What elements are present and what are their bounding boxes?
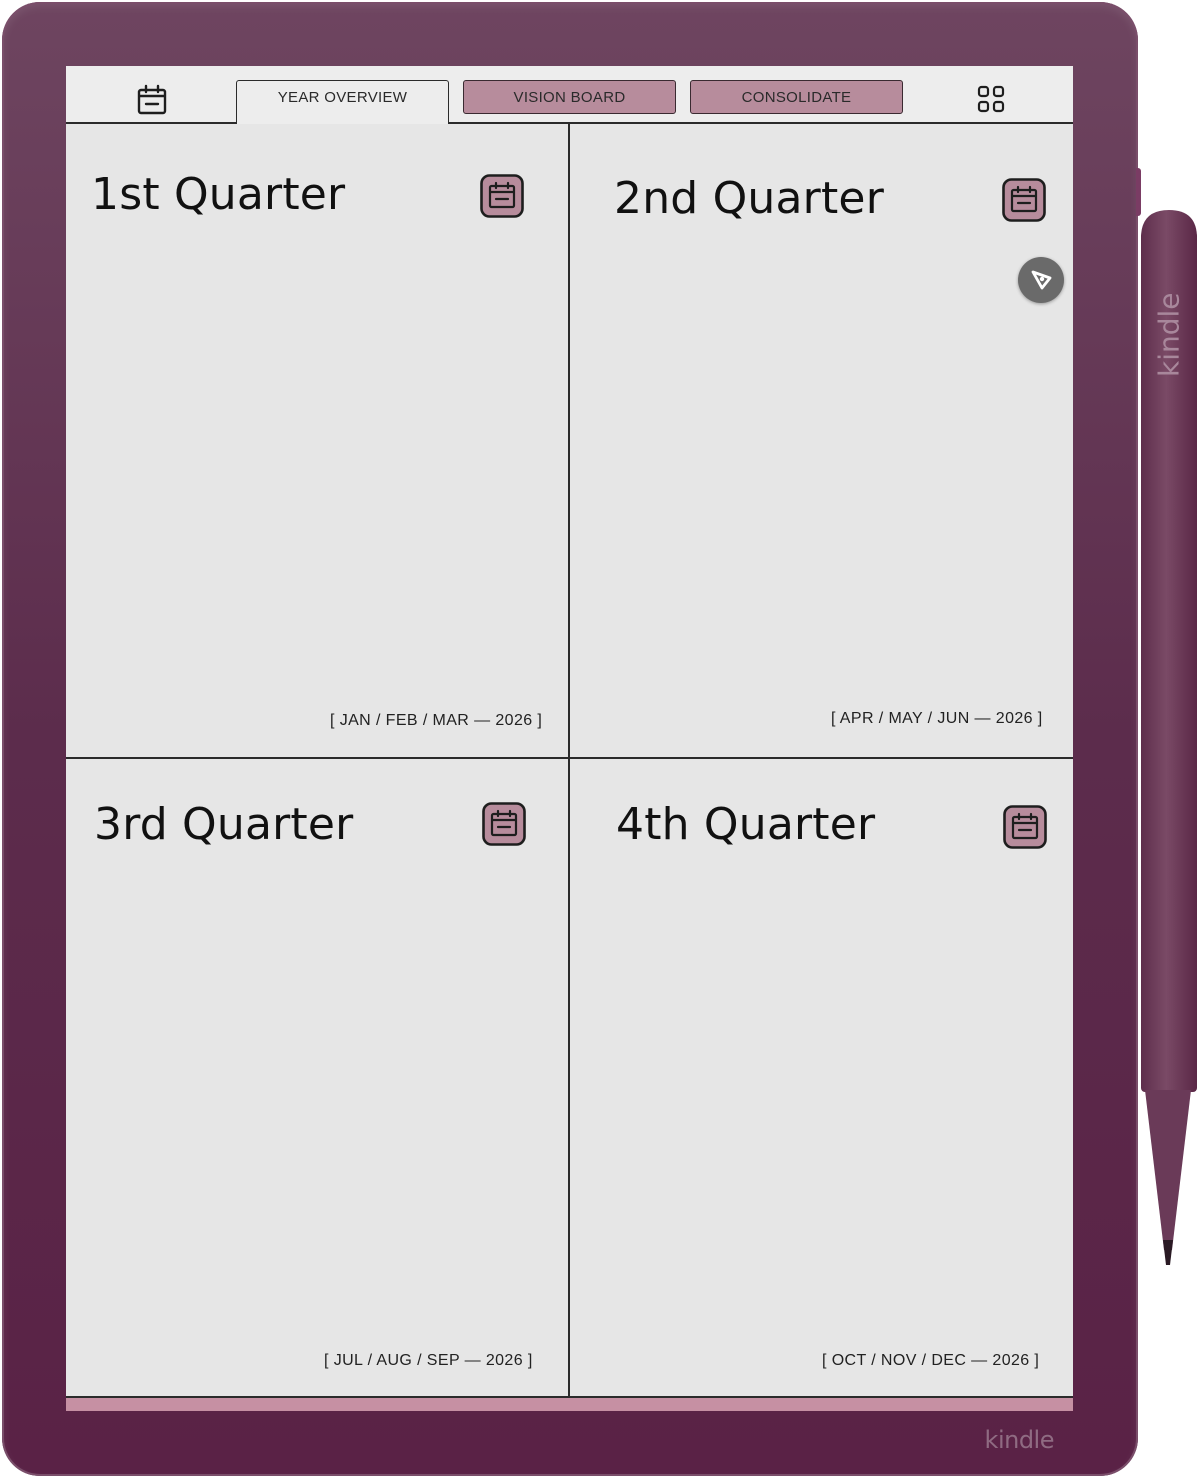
pen-tool-icon: [1031, 270, 1052, 290]
calendar-icon[interactable]: [1003, 805, 1047, 849]
quarter-3-panel[interactable]: 3rd Quarter [ JUL / AUG / SEP — 2026 ]: [66, 759, 568, 1393]
quarter-grid: 1st Quarter [ JAN / FEB / MAR — 2026 ] 2…: [66, 124, 1073, 1396]
quarter-2-months: [ APR / MAY / JUN — 2026 ]: [831, 710, 1043, 727]
vertical-divider: [568, 124, 570, 1396]
quarter-3-months: [ JUL / AUG / SEP — 2026 ]: [324, 1352, 533, 1369]
stylus-brand-label: kindle: [1152, 292, 1186, 378]
tab-bar: YEAR OVERVIEW VISION BOARD CONSOLIDATE: [66, 66, 1073, 124]
tab-consolidate[interactable]: CONSOLIDATE: [690, 80, 903, 114]
quarter-1-months: [ JAN / FEB / MAR — 2026 ]: [330, 712, 543, 729]
quarter-3-title: 3rd Quarter: [94, 799, 354, 850]
quarter-4-months: [ OCT / NOV / DEC — 2026 ]: [822, 1352, 1040, 1369]
power-button[interactable]: [1136, 168, 1141, 216]
quarter-4-title: 4th Quarter: [616, 799, 876, 850]
calendar-icon[interactable]: [482, 802, 526, 846]
quarter-2-title: 2nd Quarter: [614, 173, 884, 224]
horizontal-divider: [66, 757, 1073, 759]
calendar-icon[interactable]: [136, 84, 168, 116]
calendar-icon[interactable]: [1002, 178, 1046, 222]
tab-vision-board[interactable]: VISION BOARD: [463, 80, 676, 114]
tab-year-overview[interactable]: YEAR OVERVIEW: [236, 80, 449, 124]
quarter-1-title: 1st Quarter: [91, 169, 346, 220]
grid-icon[interactable]: [976, 84, 1006, 114]
quarter-1-panel[interactable]: 1st Quarter [ JAN / FEB / MAR — 2026 ]: [66, 124, 568, 758]
device-brand-label: kindle: [984, 1426, 1055, 1454]
quarter-4-panel[interactable]: 4th Quarter [ OCT / NOV / DEC — 2026 ]: [570, 759, 1072, 1393]
screen: YEAR OVERVIEW VISION BOARD CONSOLIDATE 1…: [66, 66, 1073, 1411]
quarter-2-panel[interactable]: 2nd Quarter [ APR / MAY / JUN — 2026 ]: [570, 124, 1072, 758]
bottom-accent-strip: [66, 1396, 1073, 1411]
calendar-icon[interactable]: [480, 174, 524, 218]
floating-toolbar-button[interactable]: [1018, 257, 1064, 303]
